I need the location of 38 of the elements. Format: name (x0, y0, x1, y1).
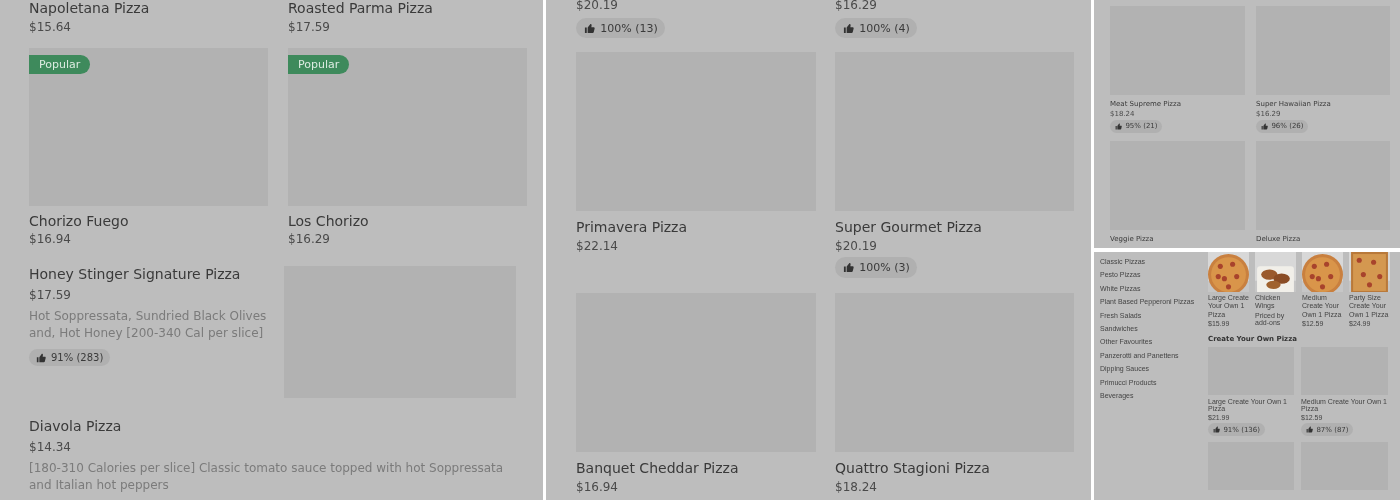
item-price: $14.34 (29, 440, 72, 454)
thumbs-up-icon (36, 352, 46, 363)
popular-badge: Popular (29, 55, 91, 74)
thumbs-up-icon (842, 22, 854, 34)
thumbs-up-icon (1260, 122, 1268, 130)
item-price: $17.59 (29, 288, 72, 302)
item-price: $20.19 (576, 0, 619, 12)
item-price: $18.24 (835, 480, 878, 495)
rating-text: 100% (4) (859, 21, 910, 35)
item-name: Quattro Stagioni Pizza (835, 460, 991, 477)
thumbs-up-icon (1212, 426, 1220, 433)
item-price: $16.29 (835, 0, 878, 12)
item-price: $16.29 (288, 232, 331, 246)
item-description: Hot Soppressata, Sundried Black Olives and, Hot Honey [200-340 Cal per slice] (29, 308, 268, 343)
item-name: Roasted Parma Pizza (288, 0, 434, 16)
rating-text: 100% (13) (600, 21, 658, 35)
item-name: Primavera Pizza (576, 219, 689, 236)
thumbs-up-icon (1114, 122, 1122, 130)
item-price: $17.59 (288, 20, 331, 34)
item-name: Chorizo Fuego (29, 213, 130, 229)
thumbs-up-icon (1305, 426, 1313, 433)
rating-text: 100% (3) (859, 260, 910, 274)
item-price: $20.19 (835, 239, 878, 254)
thumbs-up-icon (583, 22, 595, 34)
popular-badge: Popular (288, 55, 350, 74)
item-description: [180-310 Calories per slice] Classic tomato sauce topped with hot Soppressata and Italian hot peppers (29, 460, 505, 495)
item-price: $16.94 (29, 232, 72, 246)
item-name: Super Gourmet Pizza (835, 219, 983, 236)
item-price: $15.64 (29, 20, 72, 34)
item-name: Banquet Cheddar Pizza (576, 460, 740, 477)
item-price: $16.94 (576, 480, 619, 495)
item-name: Los Chorizo (288, 213, 370, 229)
item-name: Diavola Pizza (29, 418, 123, 434)
item-name: Honey Stinger Signature Pizza (29, 266, 242, 282)
rating-text: 91% (283) (51, 352, 104, 364)
item-name: Napoletana Pizza (29, 0, 151, 16)
item-price: $22.14 (576, 239, 619, 254)
thumbs-up-icon (842, 261, 854, 273)
